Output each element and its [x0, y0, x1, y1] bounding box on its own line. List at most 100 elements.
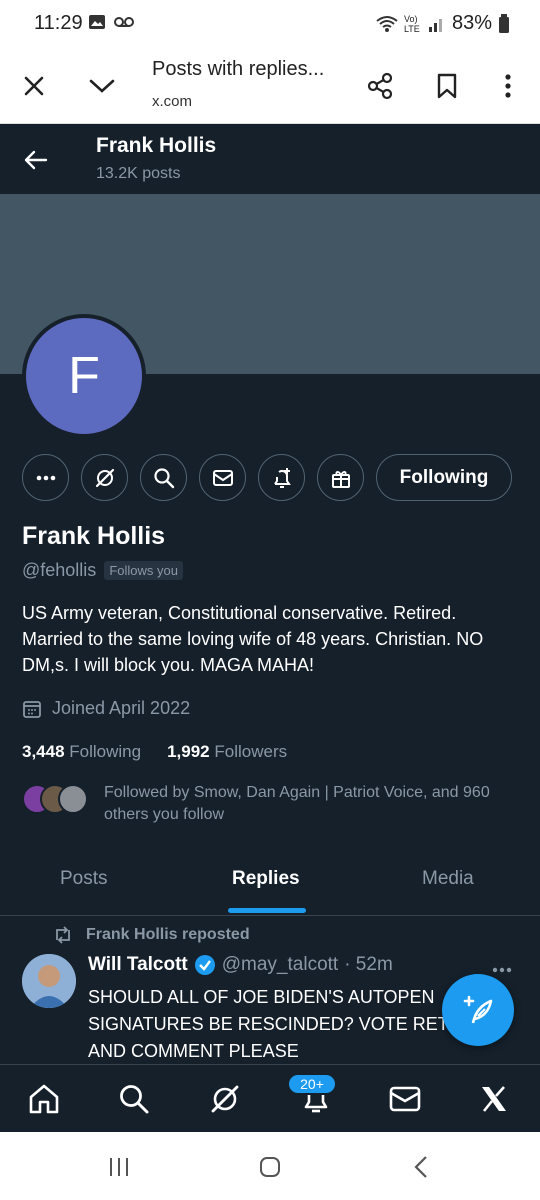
follow-counts: 3,448 Following 1,992 Followers [22, 742, 287, 762]
followers-label: Followers [214, 742, 288, 761]
joined-text: Joined April 2022 [52, 698, 191, 718]
close-icon [24, 76, 44, 96]
bookmark-icon [437, 73, 457, 99]
compose-post-button[interactable] [442, 974, 514, 1046]
nav-x-premium[interactable] [476, 1081, 512, 1117]
profile-name: Frank Hollis [22, 522, 166, 550]
tweet-author-avatar[interactable] [22, 954, 76, 1008]
tweet-author-name[interactable]: Will Talcott [88, 954, 188, 976]
calendar-icon [23, 700, 41, 718]
minimize-button[interactable] [82, 66, 122, 106]
home-system-button[interactable] [255, 1154, 285, 1180]
followed-by[interactable]: Followed by Smow, Dan Again | Patriot Vo… [22, 782, 522, 826]
tweet-more-button[interactable] [492, 956, 512, 979]
recent-apps-button[interactable] [104, 1154, 134, 1180]
back-button[interactable] [18, 142, 54, 178]
tab-media[interactable]: Media [422, 868, 474, 890]
gallery-icon [89, 15, 105, 29]
network-label: Vo) LTE [403, 13, 420, 34]
profile-page: Frank Hollis 13.2K posts F Following Fra… [0, 124, 540, 1064]
status-right: Vo) LTE 83% [376, 12, 510, 35]
tweet-author-handle[interactable]: @may_talcott [222, 954, 338, 976]
back-system-icon [414, 1156, 427, 1178]
page-url: x.com [152, 93, 193, 110]
status-bar: 11:29 Vo) LTE 83% [0, 0, 540, 48]
close-tab-button[interactable] [14, 66, 54, 106]
more-horizontal-icon [36, 475, 55, 480]
repost-row: Frank Hollis reposted [52, 926, 250, 944]
verified-badge-icon [194, 955, 215, 975]
x-logo-icon [482, 1086, 506, 1112]
browser-toolbar: Posts with replies... x.com [0, 48, 540, 124]
handle-row: @fehollis Follows you [22, 560, 183, 581]
chevron-down-icon [89, 79, 115, 93]
followed-by-text: Followed by Smow, Dan Again | Patriot Vo… [104, 784, 490, 823]
mail-icon [389, 1086, 421, 1112]
app-bottom-nav: 20+ [0, 1064, 540, 1132]
active-tab-indicator [228, 908, 306, 913]
share-button[interactable] [360, 66, 400, 106]
search-icon [120, 1085, 149, 1114]
battery-percent: 83% [451, 12, 492, 34]
avatar-letter: F [68, 347, 100, 405]
repost-icon [56, 926, 70, 944]
following-count-link[interactable]: 3,448 Following [22, 742, 141, 762]
more-horizontal-icon [492, 967, 512, 973]
home-system-icon [260, 1157, 280, 1177]
tab-replies[interactable]: Replies [232, 868, 300, 890]
following-button[interactable]: Following [376, 454, 512, 501]
more-button[interactable] [22, 454, 69, 501]
grok-icon [95, 468, 114, 487]
more-vertical-icon [505, 74, 511, 98]
gift-button[interactable] [317, 454, 364, 501]
profile-top-nav: Frank Hollis 13.2K posts [0, 124, 540, 194]
bell-plus-icon [273, 467, 291, 488]
tab-posts[interactable]: Posts [60, 868, 108, 890]
follows-you-badge: Follows you [104, 561, 183, 580]
page-title: Posts with replies... [152, 58, 325, 80]
joined-date: Joined April 2022 [22, 698, 190, 719]
notify-button[interactable] [258, 454, 305, 501]
arrow-left-icon [24, 150, 48, 170]
grok-icon [211, 1085, 239, 1113]
profile-handle: @fehollis [22, 560, 97, 580]
wifi-icon [376, 15, 398, 32]
system-navigation-bar [0, 1132, 540, 1200]
following-label: Following [69, 742, 142, 761]
nav-posts-count: 13.2K posts [96, 165, 181, 182]
follower-avatar [58, 784, 88, 814]
person-photo-icon [22, 954, 76, 1008]
nav-search[interactable] [116, 1081, 152, 1117]
grok-button[interactable] [81, 454, 128, 501]
back-system-button[interactable] [406, 1154, 436, 1180]
battery-icon [499, 13, 509, 33]
signal-icon [428, 18, 442, 32]
message-button[interactable] [199, 454, 246, 501]
home-icon [29, 1084, 59, 1114]
nav-messages[interactable] [387, 1081, 423, 1117]
following-count: 3,448 [22, 742, 65, 761]
profile-tabs: Posts Replies Media [0, 844, 540, 916]
tweet-time: · 52m [344, 954, 393, 975]
nav-grok[interactable] [207, 1081, 243, 1117]
search-profile-button[interactable] [140, 454, 187, 501]
followers-count: 1,992 [167, 742, 210, 761]
share-icon [367, 72, 393, 100]
more-options-button[interactable] [488, 66, 528, 106]
compose-feather-icon [463, 995, 493, 1024]
status-notification-icons [88, 14, 134, 30]
nav-home[interactable] [26, 1081, 62, 1117]
profile-avatar[interactable]: F [22, 314, 146, 438]
profile-actions: Following [0, 454, 540, 502]
tweet-header: Will Talcott @may_talcott · 52m [88, 954, 393, 976]
bookmark-button[interactable] [427, 66, 467, 106]
followers-count-link[interactable]: 1,992 Followers [167, 742, 287, 762]
repost-label: Frank Hollis reposted [86, 926, 250, 943]
followed-by-avatars [22, 784, 92, 816]
recent-apps-icon [110, 1158, 128, 1176]
profile-bio: US Army veteran, Constitutional conserva… [22, 603, 484, 675]
mail-icon [212, 469, 233, 486]
gift-icon [331, 470, 350, 488]
notification-badge: 20+ [287, 1073, 337, 1095]
nav-profile-name: Frank Hollis [96, 134, 217, 157]
